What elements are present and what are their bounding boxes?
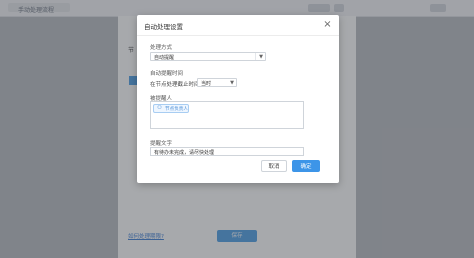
time-select[interactable]: 当时 ▼ [197,78,237,87]
time-select-value: 当时 [201,81,212,87]
chevron-down-icon: ▼ [230,80,234,86]
recipient-tag-label: 节点负责人 [165,107,188,112]
chevron-down-icon: ▼ [259,54,263,60]
time-label: 自动提醒时间 [150,71,184,77]
method-select-value: 自动提醒 [154,55,175,61]
select-divider [255,53,256,60]
confirm-button[interactable]: 确定 [292,160,320,172]
method-label: 处理方式 [150,45,173,51]
message-label: 提醒文字 [150,141,173,147]
message-input-value: 有待办未完成，请尽快处理 [154,150,215,156]
recipients-box[interactable]: ⚇ 节点负责人 [150,101,304,129]
message-input[interactable]: 有待办未完成，请尽快处理 [150,147,304,156]
method-select[interactable]: 自动提醒 ▼ [150,52,266,61]
person-icon: ⚇ [157,105,162,111]
time-prefix: 在节点处理截止时间 [150,82,200,88]
dialog-title: 自动处理设置 [144,23,183,31]
auto-process-dialog: 自动处理设置 × 处理方式 自动提醒 ▼ 自动提醒时间 在节点处理截止时间 当时… [137,15,339,183]
dialog-header: 自动处理设置 × [137,15,339,36]
recipient-tag[interactable]: ⚇ 节点负责人 [153,104,189,113]
cancel-button[interactable]: 取消 [261,160,287,172]
close-icon[interactable]: × [322,19,333,30]
